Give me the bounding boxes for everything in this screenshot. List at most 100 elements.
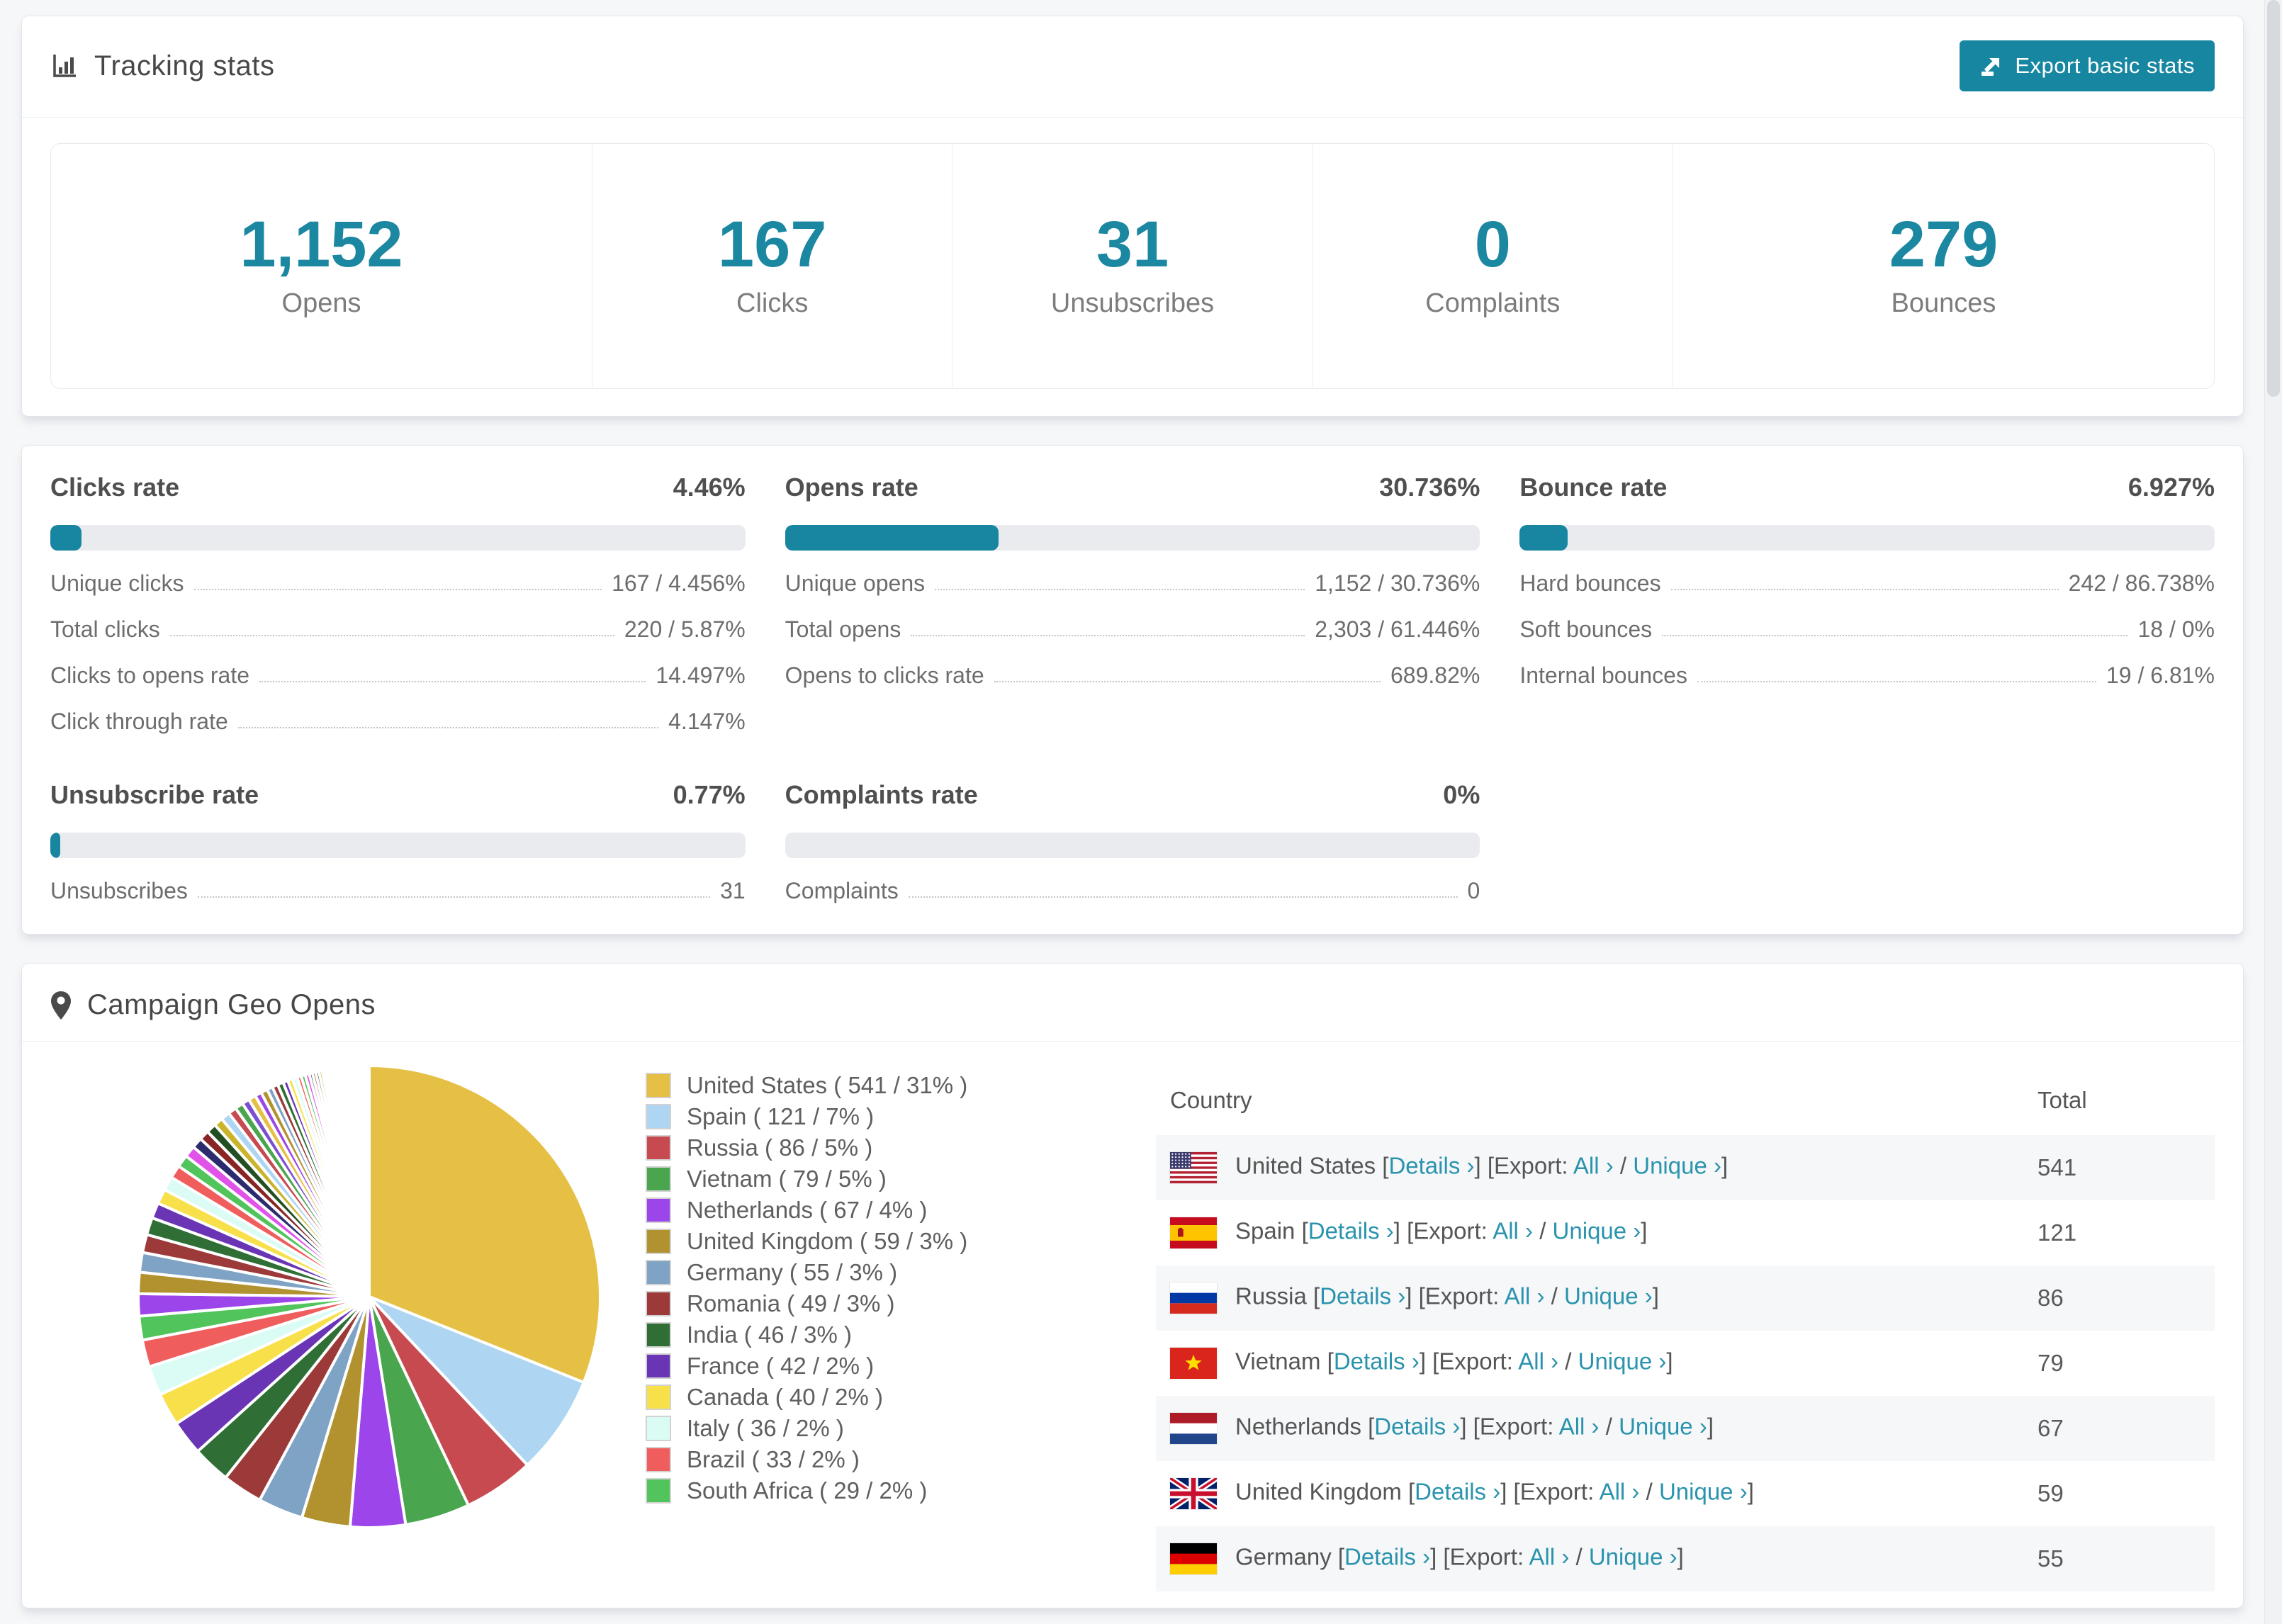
legend-item-united-states: United States ( 541 / 31% ) (646, 1070, 1042, 1101)
rate-detail-row: Opens to clicks rate 689.82% (785, 662, 1480, 689)
rate-progress-fill (1519, 525, 1568, 551)
geo-divider (22, 1041, 2243, 1042)
export-prefix-text: ] [Export: (1393, 1217, 1493, 1244)
bracket-text: [ (1313, 1282, 1320, 1309)
legend-label: South Africa ( 29 / 2% ) (687, 1477, 928, 1504)
export-basic-stats-button[interactable]: Export basic stats (1960, 40, 2215, 91)
bracket-text: ] (1677, 1543, 1684, 1570)
country-total: 86 (2038, 1285, 2064, 1311)
page-scrollbar[interactable] (2264, 0, 2282, 1624)
geo-pie-chart (135, 1063, 603, 1534)
page-scrollbar-thumb[interactable] (2267, 0, 2280, 397)
country-total: 55 (2038, 1545, 2064, 1572)
export-prefix-text: ] [Export: (1405, 1282, 1505, 1309)
details-link[interactable]: Details › (1415, 1479, 1500, 1505)
rate-detail-label: Internal bounces (1519, 662, 1687, 688)
rate-progress-bar (1519, 525, 2215, 551)
export-all-link[interactable]: All › (1600, 1479, 1640, 1505)
export-unique-link[interactable]: Unique › (1659, 1479, 1748, 1505)
legend-swatch (646, 1073, 671, 1098)
total-column-header: Total (2038, 1087, 2087, 1113)
dotted-leader (994, 681, 1381, 682)
export-all-link[interactable]: All › (1573, 1153, 1614, 1179)
rate-value: 6.927% (2128, 473, 2215, 502)
rate-detail-row: Internal bounces 19 / 6.81% (1519, 662, 2215, 689)
export-unique-link[interactable]: Unique › (1633, 1153, 1721, 1179)
export-all-link[interactable]: All › (1505, 1283, 1545, 1309)
country-name: Germany (1235, 1543, 1338, 1570)
export-all-link[interactable]: All › (1518, 1348, 1558, 1375)
legend-item-south-africa: South Africa ( 29 / 2% ) (646, 1475, 1042, 1506)
export-unique-link[interactable]: Unique › (1619, 1414, 1707, 1440)
flag-ru-icon (1169, 1282, 1218, 1314)
rate-detail-value: 4.147% (668, 709, 746, 734)
dotted-leader (1670, 589, 2059, 590)
rate-detail-row: Unsubscribes 31 (50, 878, 746, 904)
rate-detail-label: Click through rate (50, 709, 228, 734)
legend-swatch (646, 1260, 671, 1285)
tracking-stats-header: Tracking stats Export basic stats (50, 40, 2215, 91)
country-total: 79 (2038, 1350, 2064, 1376)
details-link[interactable]: Details › (1344, 1544, 1430, 1570)
export-all-link[interactable]: All › (1559, 1414, 1600, 1440)
rate-title: Opens rate (785, 473, 918, 502)
export-all-link[interactable]: All › (1529, 1544, 1569, 1570)
details-link[interactable]: Details › (1320, 1283, 1405, 1309)
flag-es-icon (1169, 1217, 1218, 1249)
legend-swatch (646, 1291, 671, 1316)
legend-item-vietnam: Vietnam ( 79 / 5% ) (646, 1163, 1042, 1195)
export-prefix-text: ] [Export: (1419, 1348, 1519, 1375)
rate-detail-row: Unique clicks 167 / 4.456% (50, 570, 746, 597)
rate-detail-value: 220 / 5.87% (624, 616, 746, 642)
summary-value: 0 (1474, 208, 1511, 281)
rate-detail-label: Total opens (785, 616, 901, 642)
flag-gb-icon (1169, 1477, 1218, 1510)
details-link[interactable]: Details › (1308, 1218, 1394, 1244)
details-link[interactable]: Details › (1388, 1153, 1474, 1179)
rate-detail-value: 1,152 / 30.736% (1315, 570, 1480, 596)
bar-chart-icon (50, 52, 79, 80)
rate-detail-value: 19 / 6.81% (2106, 662, 2215, 688)
header-divider (22, 117, 2243, 118)
rate-title: Unsubscribe rate (50, 780, 259, 809)
rate-detail-row: Total opens 2,303 / 61.446% (785, 616, 1480, 643)
export-unique-link[interactable]: Unique › (1553, 1218, 1641, 1244)
flag-nl-icon (1169, 1412, 1218, 1445)
legend-item-spain: Spain ( 121 / 7% ) (646, 1101, 1042, 1132)
dotted-leader (197, 896, 711, 898)
export-prefix-text: ] [Export: (1500, 1478, 1600, 1505)
country-name: United States (1235, 1152, 1383, 1179)
dotted-leader (193, 589, 602, 590)
rate-detail-value: 18 / 0% (2137, 616, 2215, 642)
summary-label: Opens (281, 288, 361, 318)
export-all-link[interactable]: All › (1493, 1218, 1533, 1244)
rate-detail-value: 0 (1467, 878, 1480, 903)
rate-value: 0.77% (673, 780, 746, 809)
country-name: Netherlands (1235, 1413, 1368, 1440)
bracket-text: ] (1747, 1478, 1754, 1505)
bracket-text: [ (1407, 1478, 1415, 1505)
details-link[interactable]: Details › (1334, 1348, 1420, 1375)
legend-item-germany: Germany ( 55 / 3% ) (646, 1257, 1042, 1288)
rate-detail-row: Complaints 0 (785, 878, 1480, 904)
export-unique-link[interactable]: Unique › (1589, 1544, 1677, 1570)
legend-swatch (646, 1229, 671, 1254)
campaign-geo-opens-card: Campaign Geo Opens United States ( 541 /… (21, 963, 2244, 1608)
bracket-text: [ (1337, 1543, 1345, 1570)
flag-vn-icon (1169, 1347, 1218, 1380)
separator-text: / (1639, 1478, 1659, 1505)
dotted-leader (1662, 635, 2128, 636)
details-link[interactable]: Details › (1374, 1414, 1460, 1440)
geo-table-row-us: United States [Details ›] [Export: All ›… (1156, 1135, 2215, 1200)
rate-detail-value: 689.82% (1390, 662, 1480, 688)
legend-label: Russia ( 86 / 5% ) (687, 1134, 873, 1161)
export-unique-link[interactable]: Unique › (1564, 1283, 1653, 1309)
export-unique-link[interactable]: Unique › (1578, 1348, 1667, 1375)
legend-label: France ( 42 / 2% ) (687, 1353, 875, 1379)
rate-block-opens-rate: Opens rate 30.736% Unique opens 1,152 / 30.… (785, 473, 1480, 735)
geo-table-row-es: Spain [Details ›] [Export: All › / Uniqu… (1156, 1200, 2215, 1265)
legend-swatch (646, 1104, 671, 1129)
legend-label: United States ( 541 / 31% ) (687, 1072, 968, 1098)
geo-table-row-vn: Vietnam [Details ›] [Export: All › / Uni… (1156, 1331, 2215, 1396)
legend-label: Canada ( 40 / 2% ) (687, 1384, 883, 1410)
